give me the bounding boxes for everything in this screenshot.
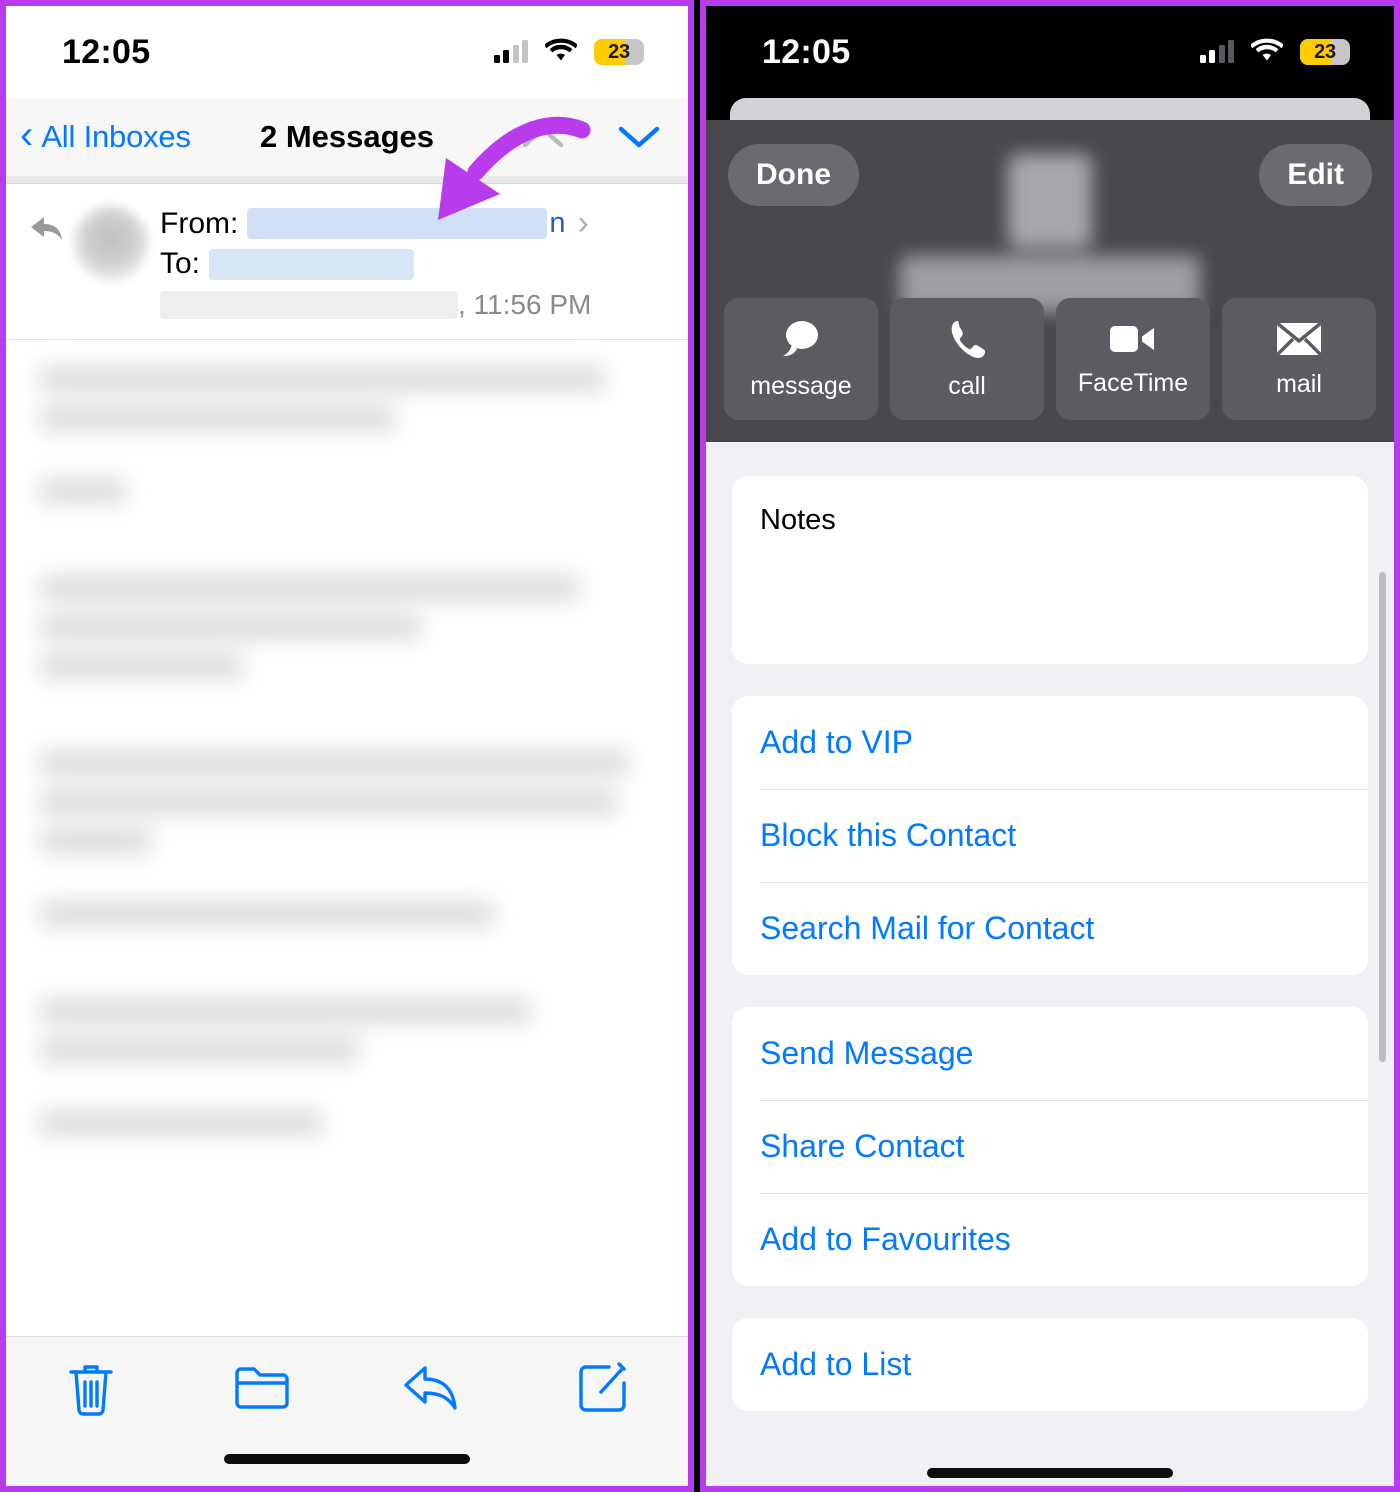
mail-actions-group: Add to VIP Block this Contact Search Mai… xyxy=(732,696,1368,975)
reply-arrow-icon xyxy=(28,200,74,321)
quick-action-label: FaceTime xyxy=(1077,368,1189,397)
home-indicator xyxy=(224,1454,470,1464)
mail-navigation-bar: ‹ All Inboxes 2 Messages xyxy=(6,98,688,176)
block-this-contact-row[interactable]: Block this Contact xyxy=(732,789,1368,882)
quick-action-facetime[interactable]: FaceTime xyxy=(1056,298,1210,420)
status-indicators: 23 xyxy=(493,38,644,67)
folder-icon[interactable] xyxy=(207,1359,317,1411)
contact-detail-list[interactable]: Notes Add to VIP Block this Contact Sear… xyxy=(706,442,1394,1486)
envelope-icon xyxy=(1275,320,1323,358)
quick-action-label: call xyxy=(948,371,986,400)
message-fields: From: n › To: , 11:56 PM xyxy=(160,200,666,321)
message-body xyxy=(6,340,688,1328)
quick-action-label: mail xyxy=(1276,369,1322,398)
from-field[interactable]: From: n › xyxy=(160,204,666,243)
message-time: , 11:56 PM xyxy=(458,289,592,320)
date-value-redacted xyxy=(160,291,458,319)
vertical-scrollbar[interactable] xyxy=(1379,572,1386,1062)
message-pager xyxy=(520,122,662,152)
message-header: From: n › To: , 11:56 PM xyxy=(6,184,688,340)
from-value-redacted xyxy=(247,208,548,239)
hero-toolbar: Done Edit xyxy=(728,144,1372,206)
cellular-bars-icon xyxy=(493,40,528,63)
message-body-blurred-text xyxy=(40,366,654,1136)
avatar xyxy=(74,206,148,280)
wifi-icon xyxy=(1250,38,1284,67)
notes-card[interactable]: Notes xyxy=(732,476,1368,664)
battery-icon: 23 xyxy=(594,39,644,65)
right-phone-screen: 12:05 23 Done Edit message call FaceTime… xyxy=(700,0,1400,1492)
list-actions-group: Add to List xyxy=(732,1318,1368,1411)
mail-toolbar xyxy=(6,1336,688,1486)
chevron-down-icon[interactable] xyxy=(616,122,662,152)
trash-icon[interactable] xyxy=(36,1359,146,1417)
status-time: 12:05 xyxy=(62,32,151,71)
video-camera-icon xyxy=(1108,321,1158,357)
wifi-icon xyxy=(544,38,578,67)
back-to-all-inboxes-button[interactable]: ‹ All Inboxes xyxy=(20,115,191,155)
chevron-right-icon[interactable]: › xyxy=(577,204,588,243)
battery-percent: 23 xyxy=(1314,40,1336,63)
battery-icon: 23 xyxy=(1300,39,1350,65)
battery-percent: 23 xyxy=(608,40,630,63)
quick-actions-row: message call FaceTime mail xyxy=(724,298,1376,420)
search-mail-for-contact-row[interactable]: Search Mail for Contact xyxy=(732,882,1368,975)
left-status-bar: 12:05 23 xyxy=(6,6,688,98)
left-phone-screen: 12:05 23 ‹ All Inboxes 2 Messages From: … xyxy=(0,0,694,1492)
message-date-line: , 11:56 PM xyxy=(160,289,666,321)
add-to-favourites-row[interactable]: Add to Favourites xyxy=(732,1193,1368,1286)
message-bubble-icon xyxy=(778,318,824,360)
nav-divider xyxy=(6,176,688,184)
from-label: From: xyxy=(160,206,239,240)
quick-action-message[interactable]: message xyxy=(724,298,878,420)
quick-action-mail[interactable]: mail xyxy=(1222,298,1376,420)
add-to-list-row[interactable]: Add to List xyxy=(732,1318,1368,1411)
home-indicator xyxy=(927,1468,1173,1478)
to-value-redacted xyxy=(209,248,415,280)
contact-actions-group: Send Message Share Contact Add to Favour… xyxy=(732,1007,1368,1286)
chevron-up-icon[interactable] xyxy=(520,122,566,152)
cellular-bars-icon xyxy=(1199,40,1234,63)
to-field[interactable]: To: xyxy=(160,247,666,281)
back-button-label: All Inboxes xyxy=(41,119,191,154)
add-to-vip-row[interactable]: Add to VIP xyxy=(732,696,1368,789)
notes-label: Notes xyxy=(760,504,836,536)
phone-icon xyxy=(946,318,988,360)
from-value-tail: n xyxy=(549,207,566,239)
to-label: To: xyxy=(160,247,201,280)
screenshot-stage: 12:05 23 ‹ All Inboxes 2 Messages From: … xyxy=(0,0,1400,1492)
status-time: 12:05 xyxy=(762,32,851,71)
send-message-row[interactable]: Send Message xyxy=(732,1007,1368,1100)
share-contact-row[interactable]: Share Contact xyxy=(732,1100,1368,1193)
reply-icon[interactable] xyxy=(377,1359,487,1415)
done-button[interactable]: Done xyxy=(728,144,859,206)
sheet-peek-layer xyxy=(730,98,1370,120)
edit-button[interactable]: Edit xyxy=(1259,144,1372,206)
right-status-bar: 12:05 23 xyxy=(706,6,1394,98)
chevron-left-icon: ‹ xyxy=(20,113,34,157)
contact-hero: Done Edit message call FaceTime mail xyxy=(706,120,1394,442)
quick-action-label: message xyxy=(750,371,852,400)
quick-action-call[interactable]: call xyxy=(890,298,1044,420)
status-indicators: 23 xyxy=(1199,38,1350,67)
compose-icon[interactable] xyxy=(548,1359,658,1415)
